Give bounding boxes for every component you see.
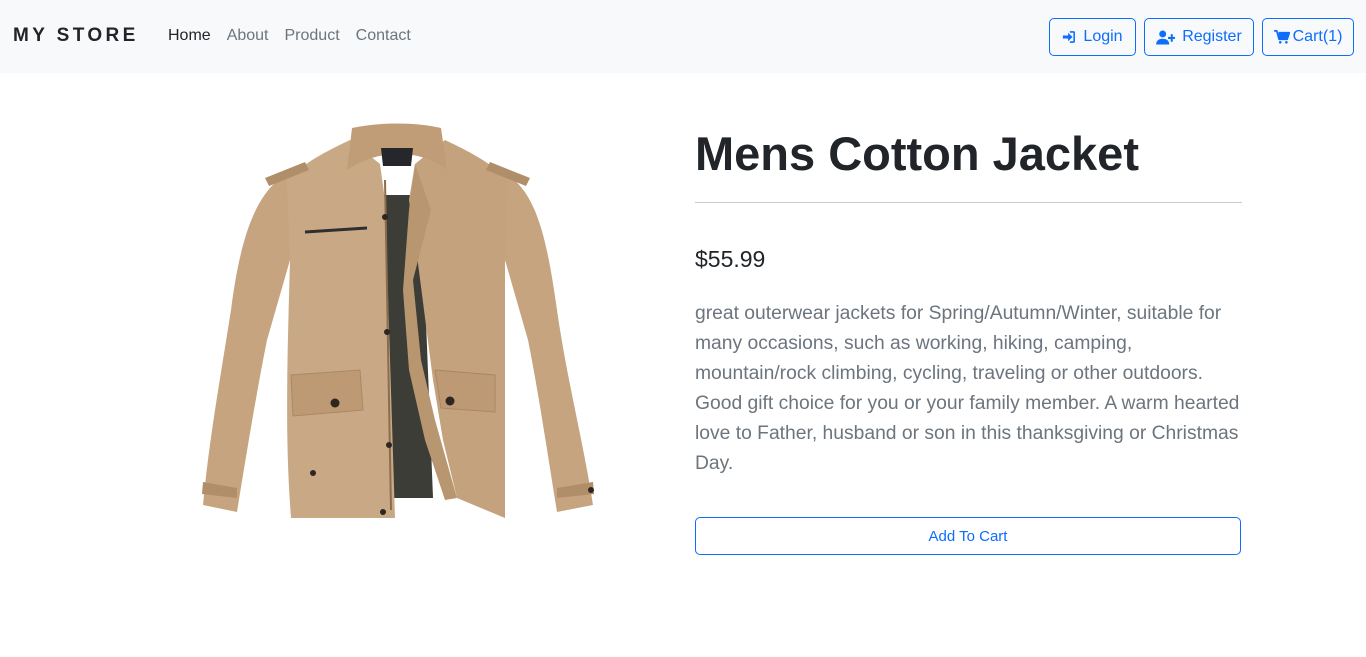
add-to-cart-button[interactable]: Add To Cart <box>695 517 1241 555</box>
login-label: Login <box>1083 28 1123 45</box>
brand-logo[interactable]: MY STORE <box>13 25 139 47</box>
cart-button[interactable]: Cart(1) <box>1262 18 1354 56</box>
register-button[interactable]: Register <box>1144 18 1254 56</box>
login-button[interactable]: Login <box>1049 18 1136 56</box>
title-divider <box>695 202 1242 203</box>
product-description: great outerwear jackets for Spring/Autum… <box>695 303 1240 474</box>
sign-in-icon <box>1062 30 1076 44</box>
register-label: Register <box>1182 28 1242 45</box>
cart-label: Cart(1) <box>1292 28 1343 45</box>
user-plus-icon <box>1156 29 1176 45</box>
nav-link-about[interactable]: About <box>227 27 269 45</box>
nav-links: Home About Product Contact <box>168 27 411 45</box>
product-title: Mens Cotton Jacket <box>695 127 1139 180</box>
nav-link-home[interactable]: Home <box>168 27 211 45</box>
navbar: MY STORE Home About Product Contact Logi… <box>0 0 1366 73</box>
nav-link-contact[interactable]: Contact <box>356 27 411 45</box>
shopping-cart-icon <box>1273 30 1290 44</box>
product-image <box>195 120 600 525</box>
nav-link-product[interactable]: Product <box>285 27 340 45</box>
jacket-image <box>202 123 594 518</box>
product-price: $55.99 <box>695 246 766 272</box>
